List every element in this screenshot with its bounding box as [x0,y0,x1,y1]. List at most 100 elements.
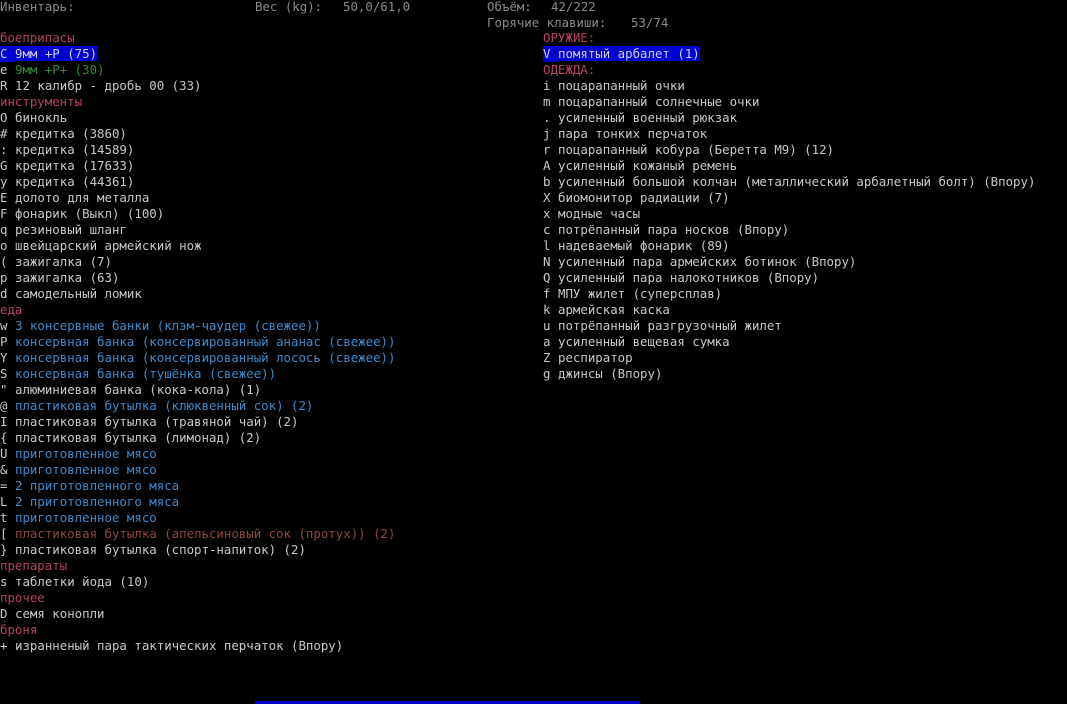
inventory-item[interactable]: Iпластиковая бутылка (травяной чай) (2) [0,414,298,430]
inventory-item[interactable]: l надеваемый фонарик (89) [543,238,730,254]
inventory-item[interactable]: Sконсервная банка (тушёнка (свежее)) [0,366,276,382]
item-label: модные часы [558,206,641,221]
item-hotkey: . [543,110,551,125]
inventory-item[interactable]: e 9мм +P+ (30) [0,62,105,78]
inventory-item[interactable]: Nусиленный пара армейских ботинок (Впору… [543,254,856,270]
inventory-item[interactable]: # кредитка (3860) [0,126,127,142]
item-label: алюминиевая банка (кока-кола) (1) [15,382,262,397]
weight-value: 50,0/61,0 [343,0,411,14]
inventory-item[interactable]: a усиленный вещевая сумка [543,334,730,350]
item-hotkey: u [543,318,551,333]
inventory-item[interactable]: Pконсервная банка (консервированный анан… [0,334,395,350]
inventory-item[interactable]: Oбинокль [0,110,67,126]
inventory-item[interactable]: t приготовленное мясо [0,510,157,526]
inventory-item[interactable]: Yконсервная банка (консервированный лосо… [0,350,395,366]
inventory-item[interactable]: w 3 консервные банки (клэм-чаудер (свежее… [0,318,321,334]
inventory-item[interactable]: k армейская каска [543,302,670,318]
item-hotkey: x [543,206,551,221]
inventory-item[interactable]: Fфонарик (Выкл) (100) [0,206,164,222]
inventory-item[interactable]: L 2 приготовленного мяса [0,494,179,510]
item-hotkey: o [0,238,8,253]
item-hotkey: r [543,142,551,157]
inventory-item[interactable]: Eдолото для металла [0,190,149,206]
item-label: помятый арбалет (1) [558,46,700,61]
inventory-item[interactable]: = 2 приготовленного мяса [0,478,179,494]
item-hotkey: & [0,462,8,477]
item-label: семя конопли [15,606,105,621]
item-hotkey: t [0,510,8,525]
category-header: боеприпасы [0,30,75,46]
inventory-item[interactable]: R 12 калибр - дробь 00 (33) [0,78,202,94]
inventory-item[interactable]: p зажигалка (63) [0,270,119,286]
category-header: ОРУЖИЕ: [543,30,595,46]
item-hotkey: i [543,78,551,93]
inventory-item[interactable]: Aусиленный кожаный ремень [543,158,737,174]
inventory-item[interactable]: Vпомятый арбалет (1) [543,46,700,62]
inventory-item[interactable]: r поцарапанный кобура (Беретта М9) (12) [543,142,834,158]
inventory-item[interactable]: g джинсы (Впору) [543,366,662,382]
item-hotkey: y [0,174,8,189]
item-label: бинокль [15,110,68,125]
inventory-item[interactable]: Zреспиратор [543,350,633,366]
item-label: поцарапанный солнечные очки [558,94,760,109]
item-hotkey: A [543,158,551,173]
inventory-item[interactable]: j пара тонких перчаток [543,126,707,142]
inventory-item[interactable]: Xбиомонитор радиации (7) [543,190,730,206]
inventory-item[interactable]: u потрёпанный разгрузочный жилет [543,318,782,334]
item-hotkey: L [0,494,8,509]
inventory-item[interactable]: @ пластиковая бутылка (клюквенный сок) (2… [0,398,313,414]
inventory-item[interactable]: f МПУ жилет (суперсплав) [543,286,722,302]
item-hotkey: X [543,190,551,205]
inventory-item[interactable]: . усиленный военный рюкзак [543,110,737,126]
item-label: усиленный кожаный ремень [558,158,738,173]
inventory-item[interactable]: d самодельный ломик [0,286,142,302]
inventory-item[interactable]: {пластиковая бутылка (лимонад) (2) [0,430,261,446]
inventory-item[interactable]: q резиновый шланг [0,222,127,238]
inventory-item[interactable]: + изранненый пара тактических перчаток (В… [0,638,343,654]
inventory-item[interactable]: y кредитка (44361) [0,174,134,190]
inventory-item[interactable]: x модные часы [543,206,640,222]
item-label: кредитка (3860) [15,126,127,141]
item-label: 9мм +P+ (30) [15,62,105,77]
item-label: резиновый шланг [15,222,127,237]
item-label: МПУ жилет (суперсплав) [558,286,723,301]
inventory-item[interactable]: Uприготовленное мясо [0,446,157,462]
item-label: фонарик (Выкл) (100) [15,206,165,221]
category-header: прочее [0,590,45,606]
item-label: долото для металла [15,190,150,205]
item-label: джинсы (Впору) [558,366,663,381]
inventory-item[interactable]: Qусиленный пара налокотников (Впору) [543,270,819,286]
item-label: изранненый пара тактических перчаток (Вп… [15,638,344,653]
volume-label: Объём: [487,0,532,14]
inventory-item[interactable]: Dсемя конопли [0,606,105,622]
inventory-item[interactable]: " алюминиевая банка (кока-кола) (1) [0,382,261,398]
inventory-item[interactable]: C 9мм +P (75) [0,46,98,62]
inventory-item[interactable]: & приготовленное мясо [0,462,157,478]
item-hotkey: l [543,238,551,253]
item-label: надеваемый фонарик (89) [558,238,730,253]
inventory-item[interactable]: [пластиковая бутылка (апельсиновый сок (… [0,526,395,542]
inventory-item[interactable]: b усиленный большой колчан (металлический… [543,174,1035,190]
item-label: потрёпанный разгрузочный жилет [558,318,782,333]
inventory-item[interactable]: (зажигалка (7) [0,254,112,270]
inventory-item[interactable]: i поцарапанный очки [543,78,685,94]
item-label: поцарапанный кобура (Беретта М9) (12) [558,142,835,157]
inventory-item[interactable]: o швейцарский армейский нож [0,238,202,254]
inventory-item[interactable]: c потрёпанный пара носков (Впору) [543,222,789,238]
category-label: ОДЕЖДА: [543,62,596,77]
inventory-item[interactable]: } пластиковая бутылка (спорт-напиток) (2) [0,542,306,558]
category-label: прочее [0,590,45,605]
inventory-item[interactable]: m поцарапанный солнечные очки [543,94,759,110]
item-hotkey: d [0,286,8,301]
item-hotkey: m [543,94,551,109]
item-label: поцарапанный очки [558,78,685,93]
weight-label: Вес (kg): [255,0,323,14]
inventory-item[interactable]: Gкредитка (17633) [0,158,134,174]
inventory-item[interactable]: : кредитка (14589) [0,142,134,158]
inventory-label: Инвентарь: [0,0,75,14]
category-label: ОРУЖИЕ: [543,30,596,45]
item-hotkey: Q [543,270,551,285]
category-label: препараты [0,558,68,573]
item-label: усиленный вещевая сумка [558,334,730,349]
inventory-item[interactable]: s таблетки йода (10) [0,574,149,590]
